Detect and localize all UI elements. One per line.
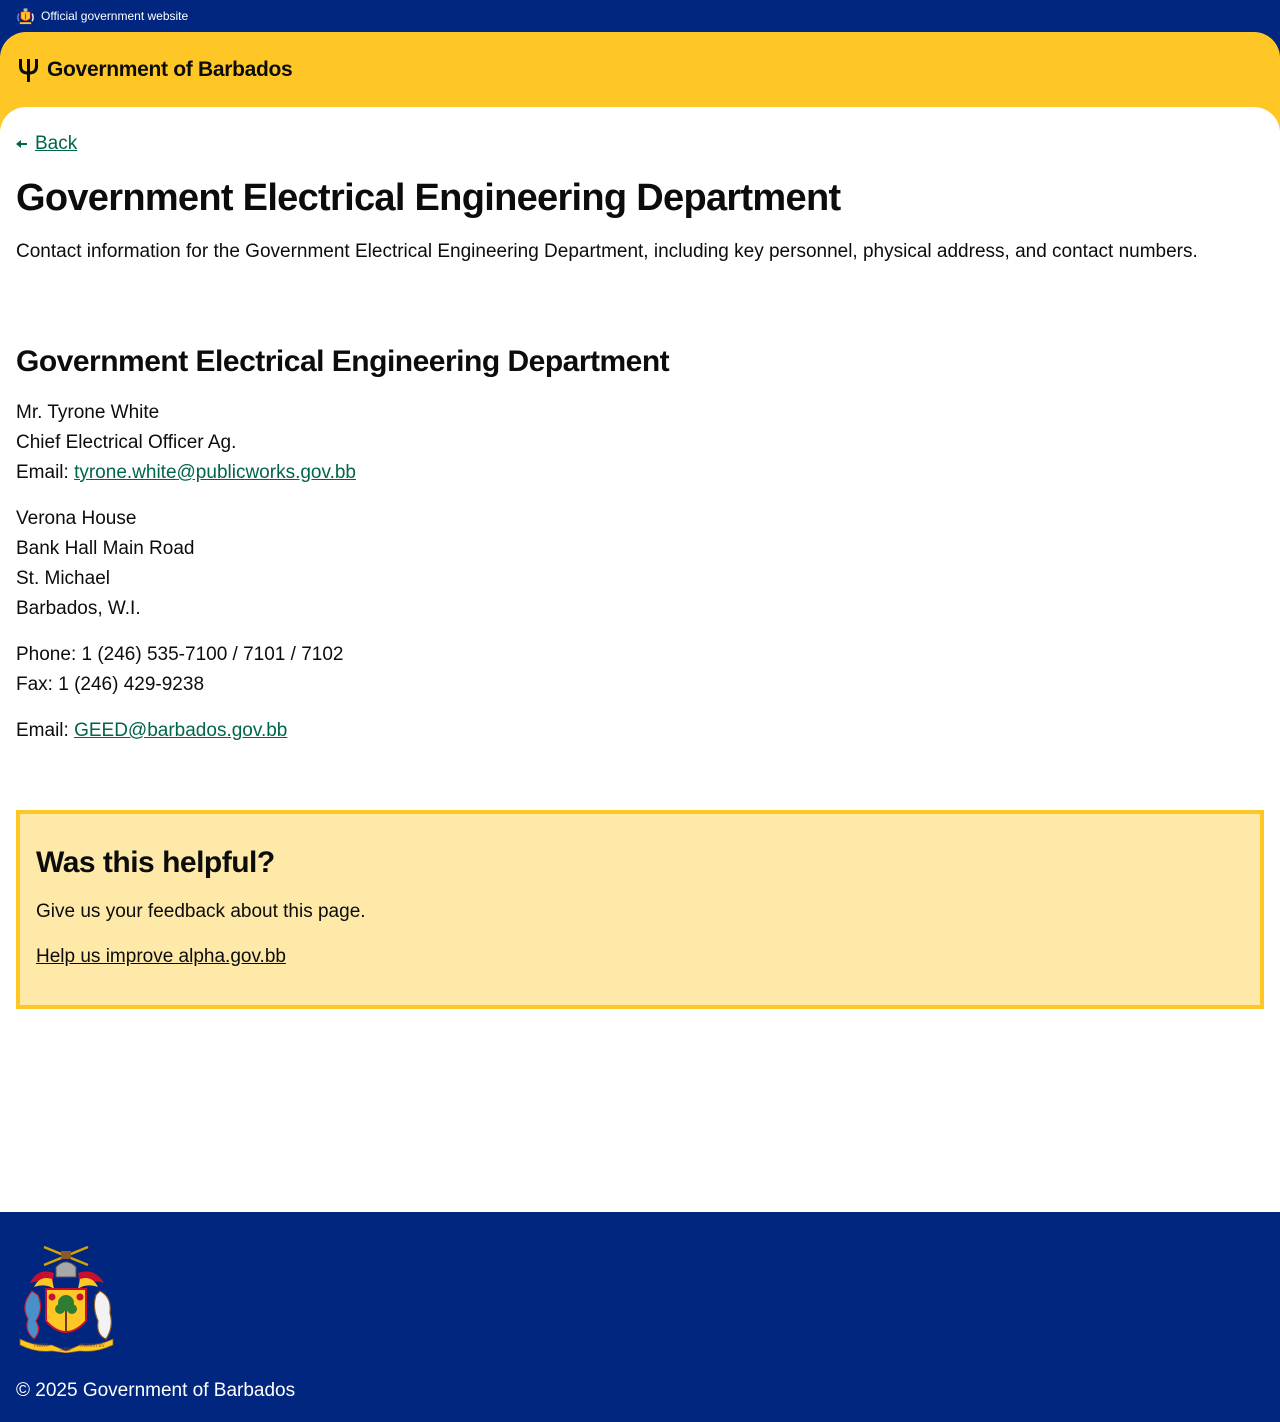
fax-number: Fax: 1 (246) 429-9238: [16, 674, 205, 695]
back-link[interactable]: Back: [16, 133, 77, 155]
main-content: Back Government Electrical Engineering D…: [0, 107, 1280, 1212]
person-role: Chief Electrical Officer Ag.: [16, 432, 237, 453]
arrow-left-icon: [16, 140, 27, 148]
motto-word: PRIDE: [34, 1344, 48, 1349]
feedback-link[interactable]: Help us improve alpha.gov.bb: [36, 942, 286, 972]
address-line: Barbados, W.I.: [16, 598, 141, 619]
address: Verona House Bank Hall Main Road St. Mic…: [16, 504, 194, 624]
phone-number: Phone: 1 (246) 535-7100 / 7101 / 7102: [16, 644, 344, 665]
address-line: Verona House: [16, 508, 137, 529]
site-brand[interactable]: Government of Barbados: [16, 56, 293, 83]
page-title: Government Electrical Engineering Depart…: [16, 177, 841, 219]
person-email-line: Email: tyrone.white@publicworks.gov.bb: [16, 458, 356, 488]
section-heading: Government Electrical Engineering Depart…: [16, 345, 670, 378]
email-label: Email:: [16, 462, 75, 483]
motto-word: INDUSTRY: [80, 1344, 105, 1349]
feedback-panel: Was this helpful? Give us your feedback …: [16, 810, 1264, 1009]
address-line: St. Michael: [16, 568, 110, 589]
email-label: Email:: [16, 720, 75, 741]
feedback-text: Give us your feedback about this page.: [36, 901, 366, 922]
feedback-heading: Was this helpful?: [36, 846, 275, 879]
person-name: Mr. Tyrone White: [16, 402, 160, 423]
copyright-text: © 2025 Government of Barbados: [16, 1380, 296, 1401]
official-banner-text: Official government website: [41, 9, 189, 23]
brand-name: Government of Barbados: [47, 57, 293, 81]
person-email-link[interactable]: tyrone.white@publicworks.gov.bb: [74, 462, 356, 483]
coat-of-arms-icon: [17, 7, 34, 24]
page-lead: Contact information for the Government E…: [16, 241, 1198, 262]
trident-icon: [19, 59, 38, 82]
motto-word: AND: [60, 1348, 71, 1353]
site-footer: PRIDE AND INDUSTRY © 2025 Government of …: [0, 1212, 1280, 1422]
address-line: Bank Hall Main Road: [16, 538, 195, 559]
general-email: Email: GEED@barbados.gov.bb: [16, 716, 287, 746]
contact-person: Mr. Tyrone White Chief Electrical Office…: [16, 398, 356, 488]
phone-fax: Phone: 1 (246) 535-7100 / 7101 / 7102 Fa…: [16, 640, 343, 700]
general-email-line: Email: GEED@barbados.gov.bb: [16, 716, 287, 746]
coat-of-arms-icon: PRIDE AND INDUSTRY: [19, 1245, 114, 1353]
back-link-label[interactable]: Back: [35, 133, 77, 155]
general-email-link[interactable]: GEED@barbados.gov.bb: [74, 720, 287, 741]
